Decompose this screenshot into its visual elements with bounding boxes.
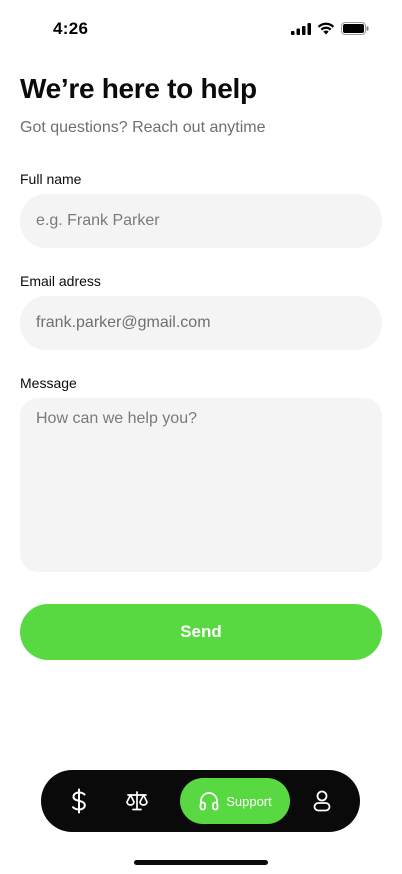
scale-icon xyxy=(126,791,148,811)
wifi-icon xyxy=(317,22,335,35)
message-label: Message xyxy=(20,375,77,391)
page-title: We’re here to help xyxy=(20,73,257,104)
status-bar: 4:26 xyxy=(0,0,402,58)
bottom-tab-bar: Support xyxy=(41,770,360,832)
signal-icon xyxy=(291,22,311,35)
send-button[interactable]: Send xyxy=(20,604,382,660)
headphones-icon xyxy=(199,792,219,811)
status-icons xyxy=(291,22,369,35)
page-subtitle: Got questions? Reach out anytime xyxy=(20,119,266,136)
tab-support-label: Support xyxy=(226,793,272,809)
status-time: 4:26 xyxy=(53,19,89,38)
tab-support[interactable]: Support xyxy=(180,778,290,824)
tab-scale[interactable] xyxy=(119,778,155,824)
tab-profile[interactable] xyxy=(304,778,340,824)
home-indicator xyxy=(134,860,268,865)
email-label: Email adress xyxy=(20,273,101,289)
battery-icon xyxy=(341,22,369,35)
tab-dollar[interactable] xyxy=(61,778,97,824)
full-name-label: Full name xyxy=(20,171,82,187)
message-textarea[interactable] xyxy=(20,398,382,572)
dollar-icon xyxy=(72,788,86,814)
profile-icon xyxy=(313,790,331,812)
full-name-input[interactable] xyxy=(20,194,382,248)
email-input[interactable] xyxy=(20,296,382,350)
